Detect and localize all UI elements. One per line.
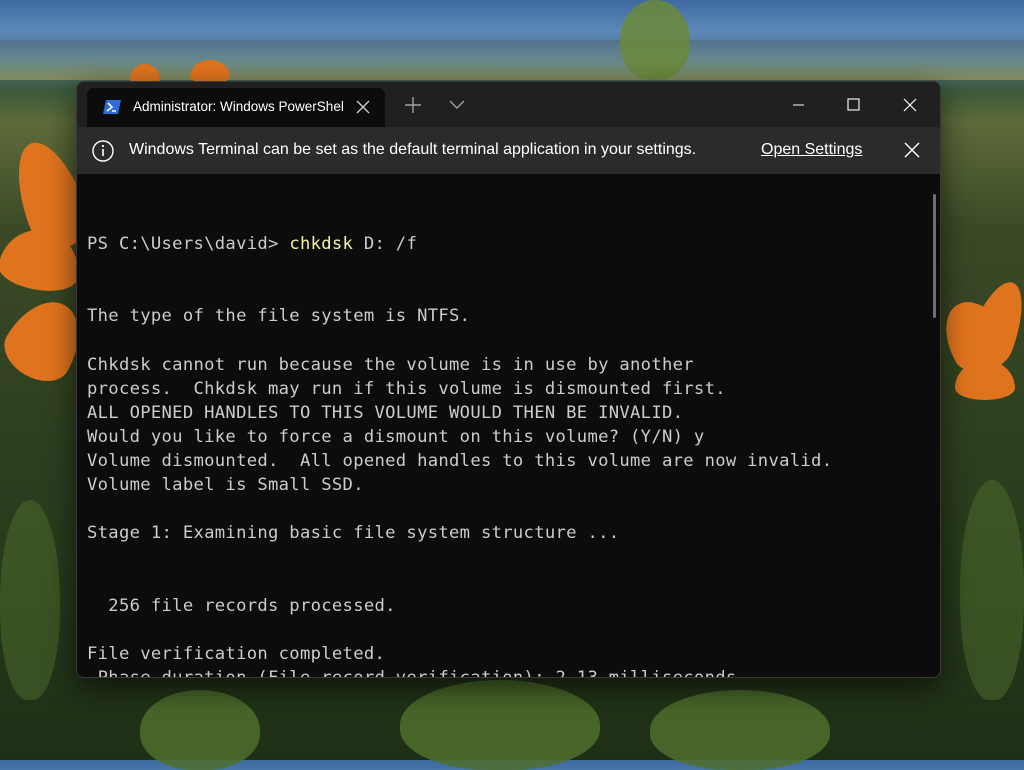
output-line: The type of the file system is NTFS. [87, 306, 471, 327]
close-tab-icon[interactable] [355, 99, 371, 115]
prompt-line: PS C:\Users\david> chkdsk D: /f [87, 232, 927, 256]
command: chkdsk [289, 234, 354, 255]
scrollbar-thumb[interactable] [933, 194, 936, 318]
new-tab-plus-icon[interactable] [403, 95, 423, 115]
output-line: 256 file records processed. [87, 595, 396, 616]
output-line: process. Chkdsk may run if this volume i… [87, 378, 726, 399]
tab-powershell[interactable]: Administrator: Windows PowerShell [87, 88, 385, 127]
console-output[interactable]: PS C:\Users\david> chkdsk D: /f The type… [87, 184, 927, 677]
maximize-button[interactable] [830, 90, 876, 120]
close-window-button[interactable] [886, 90, 932, 120]
close-infobar-icon[interactable] [903, 141, 921, 159]
infobar-message: Windows Terminal can be set as the defau… [129, 141, 697, 158]
command-args: D: /f [353, 234, 418, 255]
powershell-icon [103, 100, 121, 114]
output-line: Volume label is Small SSD. [87, 475, 364, 496]
prompt: PS C:\Users\david> [87, 234, 290, 255]
open-settings-link[interactable]: Open Settings [761, 141, 862, 159]
output-line: File verification completed. [87, 643, 386, 664]
title-bar[interactable]: Administrator: Windows PowerShell [77, 82, 940, 127]
output-line: Phase duration (File record verification… [87, 667, 748, 678]
info-icon [92, 140, 114, 162]
output-line: Volume dismounted. All opened handles to… [87, 451, 833, 472]
chevron-down-icon[interactable] [448, 96, 466, 112]
output-line: Stage 1: Examining basic file system str… [87, 523, 620, 544]
output-lines: The type of the file system is NTFS. Chkd… [87, 304, 927, 678]
output-line: Would you like to force a dismount on th… [87, 426, 705, 447]
output-line: ALL OPENED HANDLES TO THIS VOLUME WOULD … [87, 402, 684, 423]
output-line: Chkdsk cannot run because the volume is … [87, 354, 694, 375]
default-terminal-infobar: Windows Terminal can be set as the defau… [77, 127, 940, 174]
tab-title: Administrator: Windows PowerShell [133, 99, 343, 114]
minimize-button[interactable] [775, 90, 821, 120]
terminal-window: Administrator: Windows PowerShell Window… [76, 81, 941, 678]
